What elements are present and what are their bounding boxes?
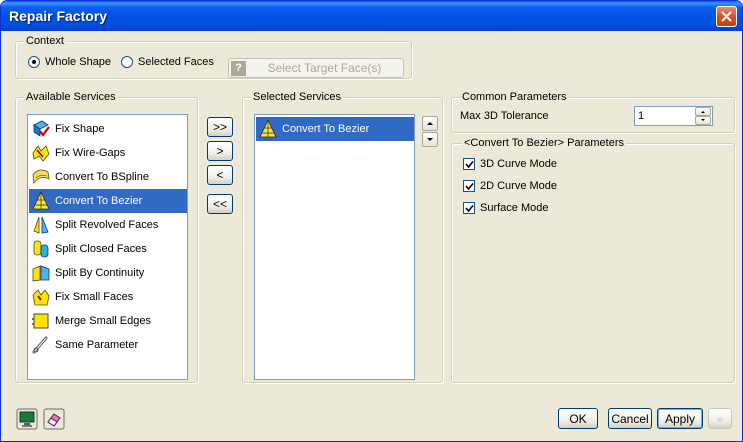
split-closed-faces-icon <box>33 240 49 258</box>
window-title: Repair Factory <box>9 8 108 24</box>
list-item-label: Fix Shape <box>55 123 105 135</box>
arrow-down-icon <box>427 138 433 141</box>
remove-button[interactable]: < <box>207 165 233 185</box>
console-button[interactable] <box>16 408 38 430</box>
checkbox-icon <box>463 202 475 214</box>
list-item-label: Convert To Bezier <box>282 123 370 135</box>
close-button[interactable] <box>716 6 737 27</box>
title-bar[interactable]: Repair Factory <box>1 1 742 31</box>
convert-to-bezier-icon <box>259 119 277 138</box>
list-item[interactable]: Split Revolved Faces <box>29 213 187 237</box>
checkbox-icon <box>463 180 475 192</box>
checkbox-surface-mode-label: Surface Mode <box>480 202 549 214</box>
fix-shape-icon <box>33 120 50 137</box>
cancel-button[interactable]: Cancel <box>608 408 652 429</box>
convert-to-bspline-icon <box>32 169 50 185</box>
arrow-up-icon <box>427 122 433 125</box>
list-item-label: Fix Wire-Gaps <box>55 147 126 159</box>
list-item-selected[interactable]: Convert To Bezier <box>29 189 187 213</box>
checkbox-2d-curve-mode-label: 2D Curve Mode <box>480 180 558 192</box>
select-target-faces-button[interactable]: ? Select Target Face(s) <box>228 58 404 78</box>
radio-selected-faces[interactable]: Selected Faces <box>121 56 214 68</box>
context-label: Context <box>24 35 66 48</box>
available-services-label: Available Services <box>24 91 118 104</box>
move-up-button[interactable] <box>422 116 438 131</box>
repair-factory-dialog: Repair Factory Context Whole Shape Selec… <box>0 0 743 442</box>
list-item-label: Convert To Bezier <box>55 195 143 207</box>
tolerance-increment-button[interactable] <box>695 107 711 116</box>
monitor-icon <box>16 408 38 430</box>
list-item[interactable]: Merge Small Edges <box>29 309 187 333</box>
checkbox-3d-curve-mode-label: 3D Curve Mode <box>480 158 558 170</box>
list-item-label: Split Revolved Faces <box>55 219 159 231</box>
bezier-parameters-group: <Convert To Bezier> Parameters 3D Curve … <box>451 137 735 383</box>
available-services-group: Available Services Fix Shape Fix Wire-Ga… <box>15 91 198 383</box>
list-item[interactable]: Fix Wire-Gaps <box>29 141 187 165</box>
context-group: Context Whole Shape Selected Faces ? Sel… <box>15 35 412 79</box>
eraser-icon <box>43 408 65 430</box>
radio-selected-faces-label: Selected Faces <box>138 56 214 68</box>
ok-button[interactable]: OK <box>558 408 598 429</box>
checkbox-2d-curve-mode[interactable]: 2D Curve Mode <box>463 180 557 192</box>
list-item-label: Same Parameter <box>55 339 139 351</box>
max-tolerance-label: Max 3D Tolerance <box>460 110 549 122</box>
convert-to-bezier-icon <box>32 191 50 210</box>
add-button[interactable]: > <box>207 141 233 161</box>
split-by-continuity-icon <box>32 265 50 282</box>
list-item[interactable]: Convert To BSpline <box>29 165 187 189</box>
same-parameter-icon <box>32 336 48 354</box>
checkbox-3d-curve-mode[interactable]: 3D Curve Mode <box>463 158 557 170</box>
merge-small-edges-icon <box>32 313 49 329</box>
dialog-body: Context Whole Shape Selected Faces ? Sel… <box>4 31 739 439</box>
selected-services-label: Selected Services <box>251 91 344 104</box>
close-icon <box>721 11 732 22</box>
selected-services-group: Selected Services Convert To Bezier <box>242 91 443 383</box>
help-icon: ? <box>231 60 246 76</box>
add-all-button[interactable]: >> <box>207 117 233 137</box>
common-parameters-label: Common Parameters <box>460 91 569 104</box>
list-item-label: Fix Small Faces <box>55 291 134 303</box>
bezier-parameters-label: <Convert To Bezier> Parameters <box>462 137 626 150</box>
split-revolved-faces-icon <box>33 216 49 234</box>
radio-whole-shape[interactable]: Whole Shape <box>28 56 111 68</box>
list-item[interactable]: Split Closed Faces <box>29 237 187 261</box>
arrow-down-icon <box>701 119 705 121</box>
list-item[interactable]: Fix Shape <box>29 117 187 141</box>
selected-services-list[interactable]: Convert To Bezier <box>254 114 415 380</box>
fix-wire-gaps-icon <box>32 145 50 162</box>
list-item-selected[interactable]: Convert To Bezier <box>256 117 414 141</box>
remove-all-button[interactable]: << <box>207 194 233 214</box>
available-services-list[interactable]: Fix Shape Fix Wire-Gaps Convert To BSpli… <box>27 114 188 380</box>
list-item-label: Convert To BSpline <box>55 171 149 183</box>
radio-icon <box>28 56 40 68</box>
list-item-label: Split Closed Faces <box>55 243 147 255</box>
apply-button[interactable]: Apply <box>657 408 703 429</box>
checkbox-surface-mode[interactable]: Surface Mode <box>463 202 548 214</box>
tolerance-decrement-button[interactable] <box>695 116 711 125</box>
checkbox-icon <box>463 158 475 170</box>
fix-small-faces-icon <box>32 289 50 306</box>
move-down-button[interactable] <box>422 132 438 147</box>
radio-icon <box>121 56 133 68</box>
radio-whole-shape-label: Whole Shape <box>45 56 112 68</box>
next-button[interactable]: » <box>708 408 732 429</box>
list-item[interactable]: Same Parameter <box>29 333 187 357</box>
eraser-button[interactable] <box>43 408 65 430</box>
select-target-faces-label: Select Target Face(s) <box>267 61 382 75</box>
list-item-label: Merge Small Edges <box>55 315 151 327</box>
list-item-label: Split By Continuity <box>55 267 145 279</box>
arrow-up-icon <box>701 111 705 113</box>
list-item[interactable]: Split By Continuity <box>29 261 187 285</box>
list-item[interactable]: Fix Small Faces <box>29 285 187 309</box>
